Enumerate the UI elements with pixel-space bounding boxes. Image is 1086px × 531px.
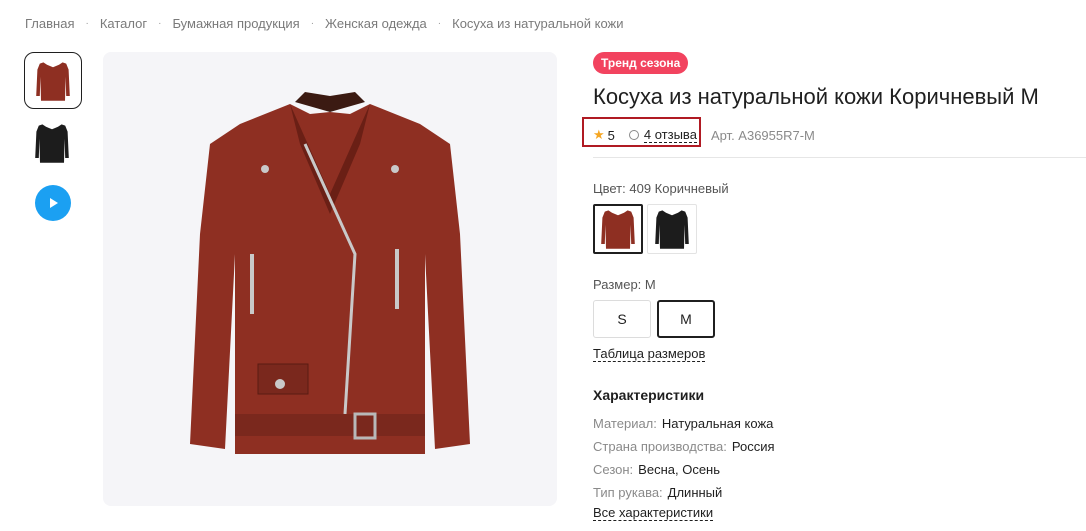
breadcrumb: Главная · Каталог · Бумажная продукция ·… bbox=[25, 16, 624, 31]
characteristic-row: Материал: Натуральная кожа bbox=[593, 412, 775, 435]
characteristic-row: Страна производства: Россия bbox=[593, 435, 775, 458]
rating-row: ★ 5 4 отзыва Арт. A36955R7-M bbox=[582, 117, 1086, 149]
jacket-image bbox=[190, 92, 470, 454]
size-option-s[interactable]: S bbox=[593, 300, 651, 338]
divider bbox=[593, 157, 1086, 158]
size-selector: Размер: M S M Таблица размеров bbox=[593, 277, 715, 363]
product-main-image[interactable] bbox=[103, 52, 557, 506]
breadcrumb-separator: · bbox=[158, 18, 162, 29]
jacket-brown-icon bbox=[36, 61, 70, 101]
characteristic-key: Страна производства: bbox=[593, 439, 727, 454]
breadcrumb-paper-products[interactable]: Бумажная продукция bbox=[172, 16, 299, 31]
breadcrumb-home[interactable]: Главная bbox=[25, 16, 74, 31]
characteristic-key: Материал: bbox=[593, 416, 657, 431]
characteristic-value: Весна, Осень bbox=[638, 462, 720, 477]
breadcrumb-separator: · bbox=[437, 18, 442, 29]
trend-badge: Тренд сезона bbox=[593, 52, 689, 74]
color-option-black[interactable] bbox=[647, 204, 697, 254]
breadcrumb-womens-clothing[interactable]: Женская одежда bbox=[325, 16, 427, 31]
characteristic-key: Сезон: bbox=[593, 462, 634, 477]
rating-highlight-box bbox=[582, 117, 701, 147]
size-option-m[interactable]: M bbox=[657, 300, 715, 338]
characteristic-value: Длинный bbox=[667, 485, 723, 500]
thumbnail-brown-jacket[interactable] bbox=[24, 52, 82, 109]
breadcrumb-separator: · bbox=[310, 18, 315, 29]
characteristic-key: Тип рукава: bbox=[593, 485, 663, 500]
size-label: Размер: M bbox=[593, 277, 656, 292]
breadcrumb-catalog[interactable]: Каталог bbox=[100, 16, 147, 31]
play-video-button[interactable] bbox=[35, 185, 71, 221]
article-number: Арт. A36955R7-M bbox=[710, 127, 815, 143]
jacket-brown-icon bbox=[601, 210, 635, 249]
characteristics: Характеристики Материал: Натуральная кож… bbox=[593, 387, 775, 521]
color-option-brown[interactable] bbox=[593, 204, 643, 254]
jacket-black-icon bbox=[655, 210, 689, 249]
characteristics-title: Характеристики bbox=[593, 387, 705, 403]
thumbnail-black-jacket[interactable] bbox=[24, 115, 80, 171]
characteristic-value: Натуральная кожа bbox=[661, 416, 774, 431]
characteristic-row: Тип рукава: Длинный bbox=[593, 481, 775, 504]
breadcrumb-separator: · bbox=[85, 18, 89, 29]
all-characteristics-link[interactable]: Все характеристики bbox=[593, 506, 714, 521]
characteristic-value: Россия bbox=[731, 439, 775, 454]
characteristic-row: Сезон: Весна, Осень bbox=[593, 458, 775, 481]
product-title: Косуха из натуральной кожи Коричневый M bbox=[593, 84, 1039, 109]
color-label: Цвет: 409 Коричневый bbox=[593, 181, 729, 196]
play-icon bbox=[50, 198, 58, 208]
breadcrumb-current[interactable]: Косуха из натуральной кожи bbox=[452, 16, 623, 31]
product-info: Тренд сезона Косуха из натуральной кожи … bbox=[582, 52, 1086, 521]
color-selector: Цвет: 409 Коричневый bbox=[593, 181, 729, 254]
image-thumbnails bbox=[24, 52, 82, 221]
size-table-link[interactable]: Таблица размеров bbox=[593, 347, 706, 362]
jacket-black-icon bbox=[35, 124, 69, 163]
